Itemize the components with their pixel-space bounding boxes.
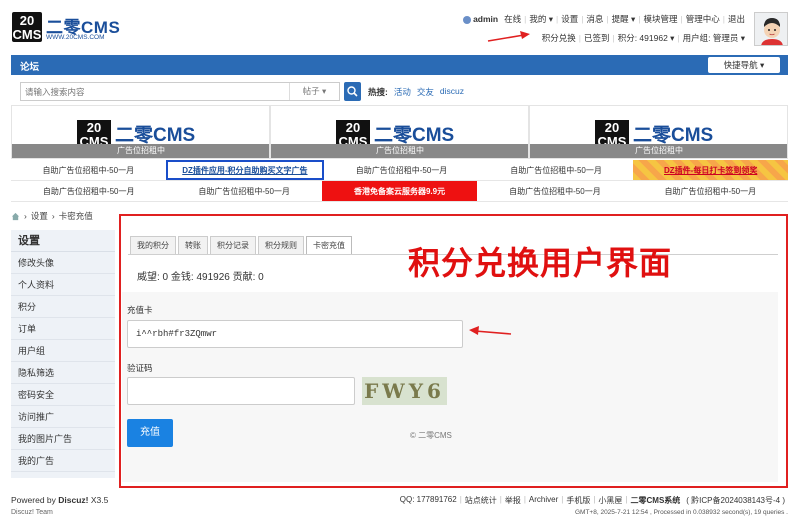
- sidebar-item-promotion[interactable]: 访问推广: [11, 406, 115, 428]
- usergroup-dropdown[interactable]: 用户组: 管理员 ▾: [680, 32, 748, 44]
- nav-settings[interactable]: 设置: [558, 13, 581, 25]
- discuz-link[interactable]: Discuz!: [58, 495, 88, 505]
- top-header: 20 CMS 二零CMS WWW.20CMS.COM admin 在线 | 我的…: [0, 0, 800, 52]
- breadcrumb-settings[interactable]: 设置: [31, 210, 48, 222]
- text-ad[interactable]: 自助广告位招租中-50一月: [633, 181, 788, 201]
- main-nav-bar: 论坛 快捷导航 ▾: [11, 55, 788, 75]
- footer-links: QQ: 177891762 | 站点统计 | 举报 | Archiver | 手…: [397, 495, 788, 506]
- sidebar-item-profile[interactable]: 个人资料: [11, 274, 115, 296]
- text-ad[interactable]: DZ插件应用-积分自助购买文字广告: [165, 160, 325, 180]
- arrow-to-credit-exchange-icon: [487, 31, 530, 42]
- sidebar-item-password[interactable]: 密码安全: [11, 384, 115, 406]
- highlight-frame: [119, 214, 788, 488]
- text-ad[interactable]: 自助广告位招租中-50一月: [324, 160, 479, 180]
- logo-url: WWW.20CMS.COM: [46, 34, 105, 41]
- nav-forum[interactable]: 论坛: [20, 59, 39, 73]
- footer-powered: Powered by Discuz! X3.5: [11, 495, 109, 505]
- nav-my[interactable]: 我的 ▾: [526, 13, 556, 25]
- nav-messages[interactable]: 消息: [583, 13, 606, 25]
- checkin-link[interactable]: 已签到: [581, 32, 613, 44]
- text-ad[interactable]: 自助广告位招租中-50一月: [166, 181, 321, 201]
- credits-dropdown[interactable]: 积分: 491962 ▾: [615, 32, 678, 44]
- nav-modules[interactable]: 模块管理: [641, 13, 681, 25]
- footer-icp[interactable]: ( 黔ICP备2024038143号-4 ): [683, 495, 788, 506]
- search-input[interactable]: [21, 83, 281, 100]
- search-icon: [347, 86, 358, 97]
- hot-word[interactable]: 活动: [394, 86, 411, 98]
- user-icon: [463, 15, 472, 24]
- hot-searches: 热搜: 活动 交友 discuz: [368, 86, 464, 98]
- user-link[interactable]: admin: [460, 14, 501, 24]
- hot-word[interactable]: 交友: [417, 86, 434, 98]
- quick-nav-button[interactable]: 快捷导航 ▾: [708, 57, 780, 73]
- home-icon[interactable]: [11, 212, 20, 221]
- banner-strip: 广告位招租中: [12, 144, 269, 158]
- nav-reminders[interactable]: 提醒 ▾: [609, 13, 639, 25]
- sidebar-item-my-ads[interactable]: 我的广告: [11, 450, 115, 472]
- credit-bar: 积分兑换 | 已签到 | 积分: 491962 ▾ | 用户组: 管理员 ▾: [539, 32, 748, 44]
- text-ad-row: 自助广告位招租中-50一月 DZ插件应用-积分自助购买文字广告 自助广告位招租中…: [11, 160, 788, 181]
- sidebar-title: 设置: [11, 230, 115, 252]
- logo-mark: 20 CMS: [12, 12, 42, 42]
- breadcrumb: › 设置 › 卡密充值: [11, 210, 93, 222]
- credit-exchange-link[interactable]: 积分兑换: [539, 32, 579, 44]
- footer-site-name[interactable]: 二零CMS系统: [628, 495, 684, 506]
- hot-label: 热搜:: [368, 87, 388, 97]
- search-scope-select[interactable]: 帖子 ▾: [289, 83, 339, 100]
- sidebar-item-privacy[interactable]: 隐私筛选: [11, 362, 115, 384]
- footer-info: GMT+8, 2025-7-21 12:54 , Processed in 0.…: [574, 509, 788, 516]
- footer-qq: QQ: 177891762: [399, 495, 457, 504]
- search-row: 帖子 ▾ 热搜: 活动 交友 discuz: [11, 80, 788, 102]
- banner-ad[interactable]: 20 CMS 二零CMS 广告位招租中: [270, 105, 529, 159]
- footer-team: Discuz! Team: [11, 509, 53, 516]
- banner-strip: 广告位招租中: [271, 144, 528, 158]
- nav-admin[interactable]: 管理中心: [683, 13, 723, 25]
- breadcrumb-current: 卡密充值: [58, 211, 93, 221]
- footer-blackroom[interactable]: 小黑屋: [595, 495, 625, 506]
- text-ad[interactable]: 香港免备案云服务器9.9元: [321, 181, 478, 201]
- text-ad[interactable]: 自助广告位招租中-50一月: [11, 181, 166, 201]
- hot-word[interactable]: discuz: [440, 86, 464, 98]
- breadcrumb-sep: ›: [24, 211, 27, 221]
- banner-ad[interactable]: 20 CMS 二零CMS 广告位招租中: [529, 105, 788, 159]
- avatar-face-icon: [755, 13, 787, 45]
- sidebar-item-avatar[interactable]: 修改头像: [11, 252, 115, 274]
- text-ad[interactable]: DZ插件-每日打卡签到领奖: [633, 160, 788, 180]
- footer-stats[interactable]: 站点统计: [462, 495, 500, 506]
- footer-report[interactable]: 举报: [502, 495, 524, 506]
- nav-logout[interactable]: 退出: [725, 13, 748, 25]
- banner-strip: 广告位招租中: [530, 144, 787, 158]
- text-ad[interactable]: 自助广告位招租中-50一月: [479, 160, 634, 180]
- text-ads: 自助广告位招租中-50一月 DZ插件应用-积分自助购买文字广告 自助广告位招租中…: [11, 160, 788, 202]
- avatar[interactable]: [754, 12, 788, 46]
- footer-archiver[interactable]: Archiver: [526, 495, 561, 506]
- user-nav: admin 在线 | 我的 ▾ | 设置 | 消息 | 提醒 ▾ | 模块管理 …: [460, 13, 748, 25]
- sidebar-item-image-ads[interactable]: 我的图片广告: [11, 428, 115, 450]
- search-box: 帖子 ▾: [20, 82, 340, 101]
- text-ad[interactable]: 自助广告位招租中-50一月: [477, 181, 632, 201]
- online-status: 在线: [504, 14, 522, 24]
- search-button[interactable]: [344, 82, 361, 101]
- footer-mobile[interactable]: 手机版: [563, 495, 593, 506]
- banner-ad[interactable]: 20 CMS 二零CMS 广告位招租中: [11, 105, 270, 159]
- site-logo[interactable]: 20 CMS 二零CMS WWW.20CMS.COM: [12, 12, 120, 44]
- sidebar-item-usergroup[interactable]: 用户组: [11, 340, 115, 362]
- text-ad[interactable]: 自助广告位招租中-50一月: [11, 160, 166, 180]
- sidebar-item-orders[interactable]: 订单: [11, 318, 115, 340]
- banner-ads: 20 CMS 二零CMS 广告位招租中 20 CMS 二零CMS 广告位招租中 …: [11, 105, 788, 159]
- text-ad-row: 自助广告位招租中-50一月 自助广告位招租中-50一月 香港免备案云服务器9.9…: [11, 181, 788, 202]
- settings-sidebar: 设置 修改头像 个人资料 积分 订单 用户组 隐私筛选 密码安全 访问推广 我的…: [11, 230, 115, 478]
- breadcrumb-sep: ›: [51, 211, 55, 221]
- sidebar-item-credits[interactable]: 积分: [11, 296, 115, 318]
